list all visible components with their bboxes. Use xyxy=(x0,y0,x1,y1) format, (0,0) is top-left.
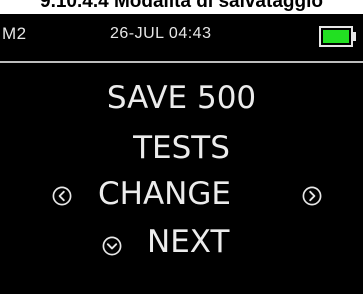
change-control[interactable]: CHANGE xyxy=(0,174,363,218)
battery-tip xyxy=(352,32,356,41)
tests-text: TESTS xyxy=(133,130,230,166)
document-heading: 9.10.4.4 Modalità di salvataggio xyxy=(40,0,323,12)
datetime-display: 26-JUL 04:43 xyxy=(110,25,212,42)
page: 9.10.4.4 Modalità di salvataggio M2 26-J… xyxy=(0,0,363,294)
status-divider xyxy=(0,61,363,63)
next-label: NEXT xyxy=(147,224,230,260)
mode-label: M2 xyxy=(2,24,27,43)
chevron-down-circle-icon[interactable] xyxy=(102,236,122,256)
chevron-left-circle-icon[interactable] xyxy=(52,186,72,206)
device-screen: M2 26-JUL 04:43 SAVE 500 TESTS CHANGE NE… xyxy=(0,14,363,294)
battery-icon xyxy=(319,26,353,47)
next-control[interactable]: NEXT xyxy=(0,222,363,266)
save-count-text: SAVE 500 xyxy=(106,80,257,116)
change-label: CHANGE xyxy=(98,176,231,212)
status-bar: M2 26-JUL 04:43 xyxy=(0,14,363,62)
chevron-right-circle-icon[interactable] xyxy=(302,186,322,206)
battery-level xyxy=(323,30,349,43)
